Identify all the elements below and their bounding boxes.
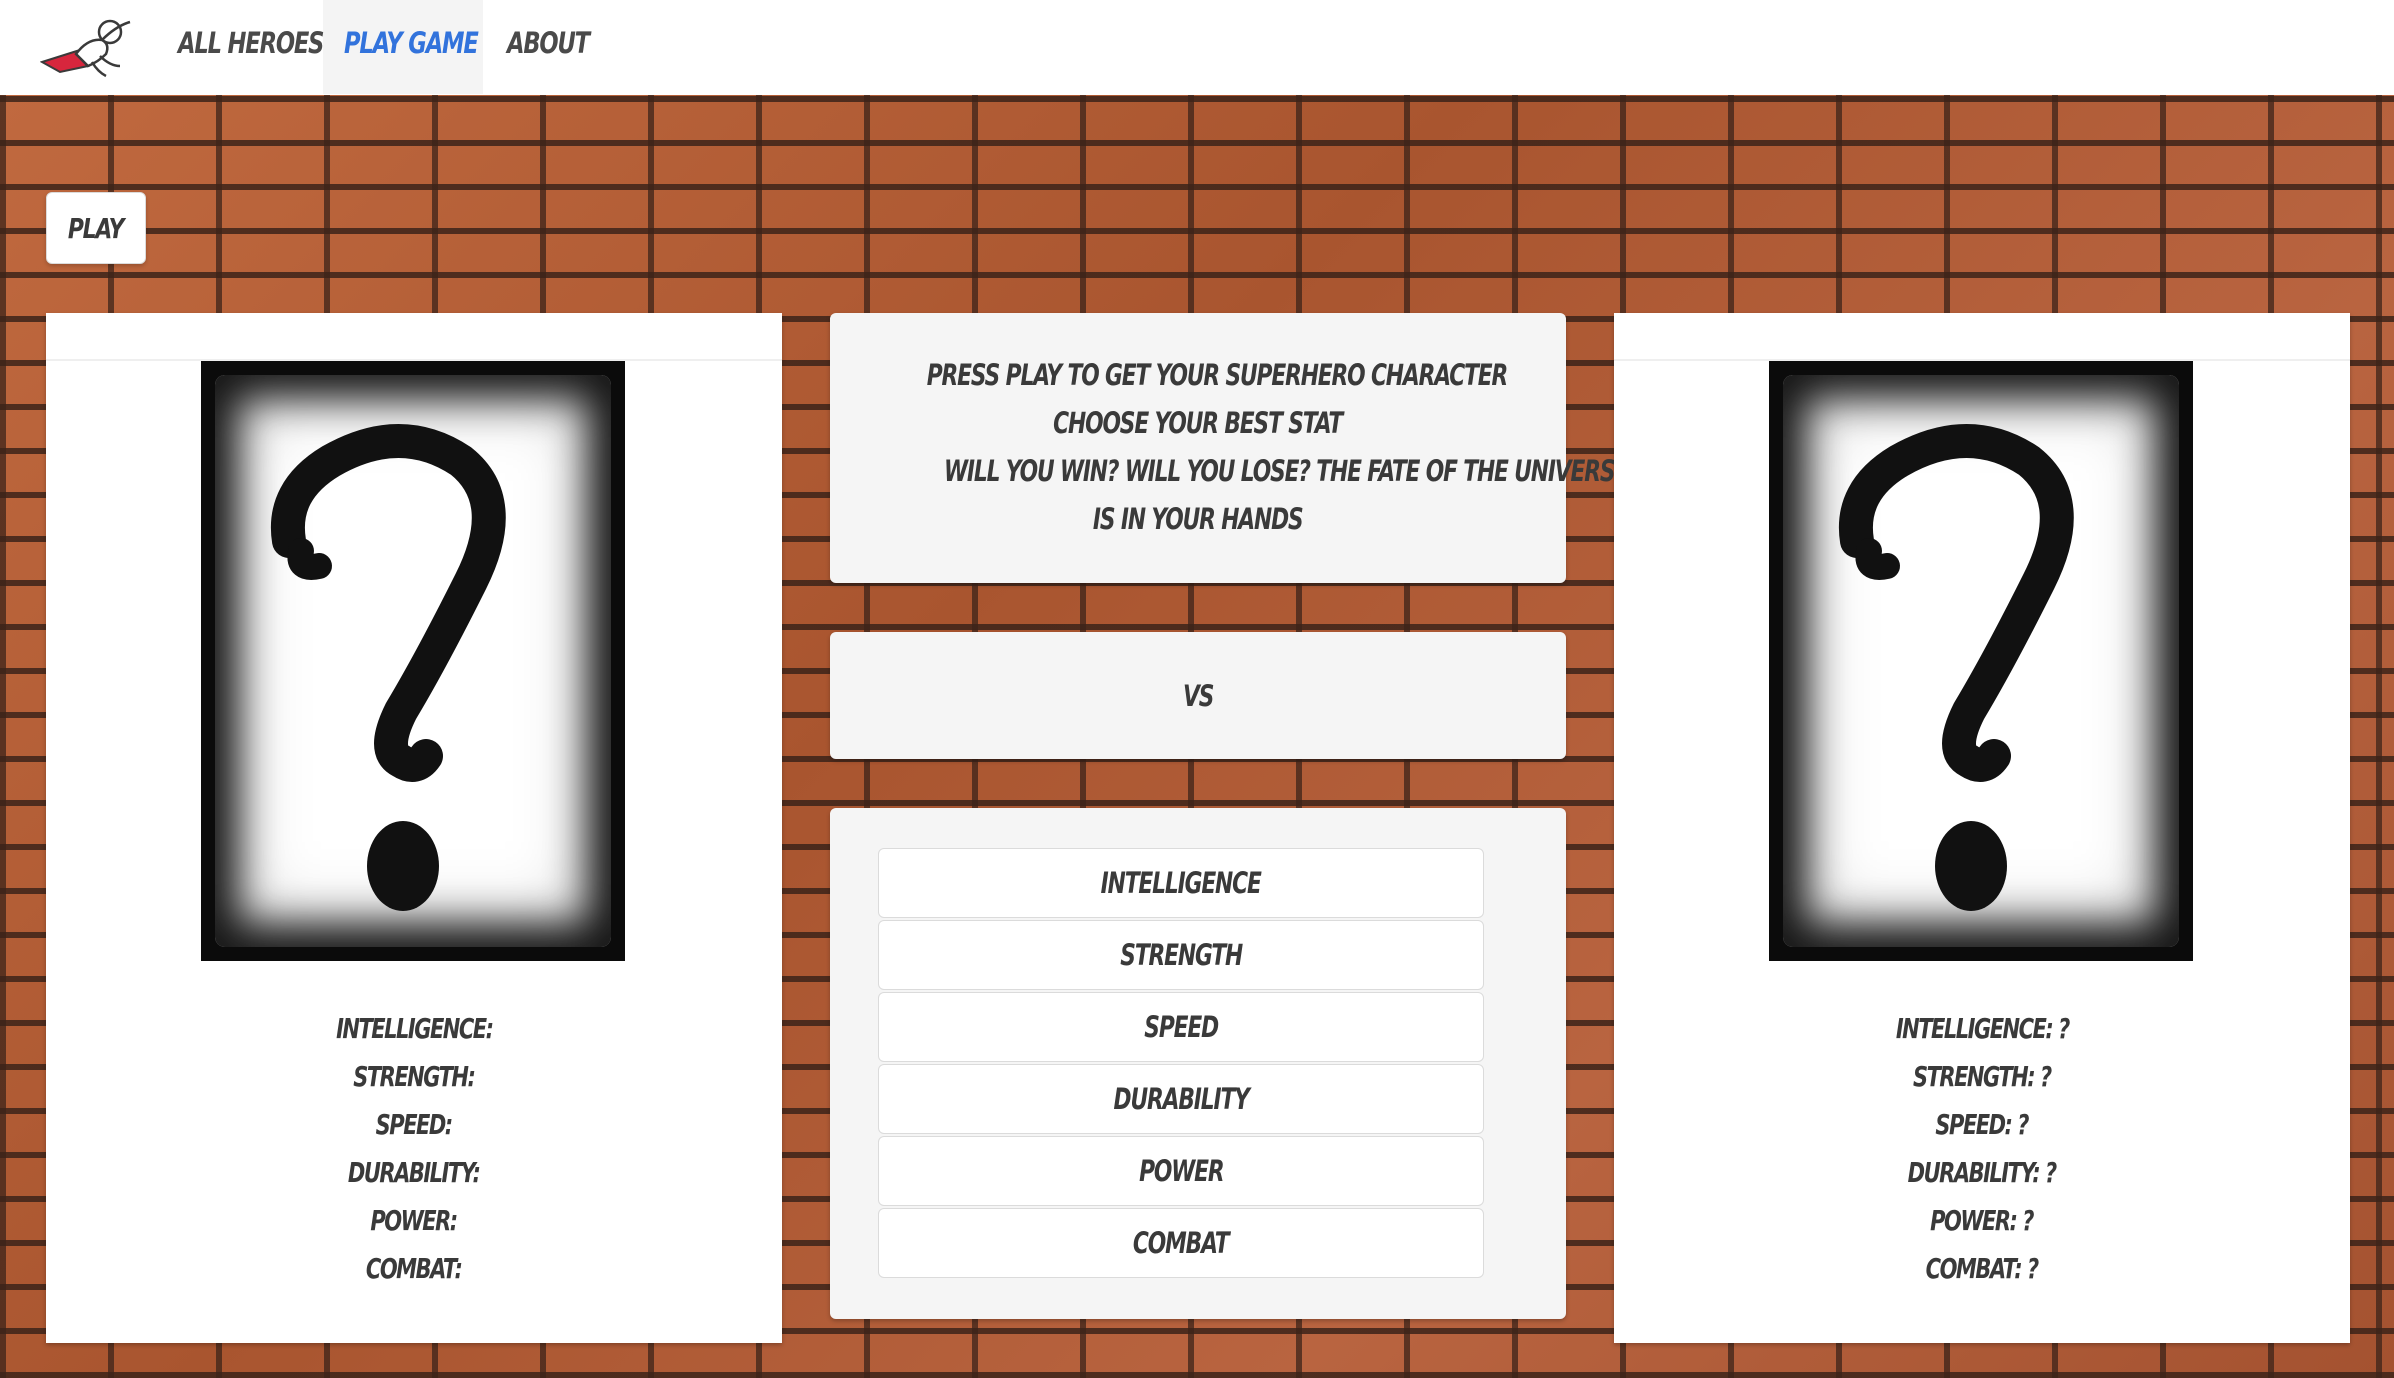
stat-button-power[interactable]: Power xyxy=(878,1136,1484,1206)
versus-panel: VS xyxy=(830,632,1566,759)
opponent-card-image xyxy=(1769,361,2193,961)
opponent-stats: Intelligence: ? Strength: ? Speed: ? Dur… xyxy=(1614,1005,2350,1293)
question-mark-icon xyxy=(1839,424,2074,911)
stat-speed: Speed: ? xyxy=(1935,1108,2030,1141)
stat-intelligence: Intelligence: xyxy=(335,1012,494,1045)
instruction-line: Press play to get your superhero charact… xyxy=(926,358,1509,392)
instruction-line: Will you win? Will you lose? The fate of… xyxy=(944,454,1629,488)
top-navbar: All Heroes Play Game About xyxy=(0,0,2394,96)
stat-combat: Combat: ? xyxy=(1926,1252,2040,1285)
stat-power: Power: xyxy=(370,1204,459,1237)
nav-all-heroes[interactable]: All Heroes xyxy=(178,0,324,87)
stat-durability: Durability: xyxy=(348,1156,481,1189)
instruction-line: is in your hands xyxy=(1093,502,1304,536)
stat-combat: Combat: xyxy=(366,1252,463,1285)
stat-button-combat[interactable]: Combat xyxy=(878,1208,1484,1278)
stat-durability: Durability: ? xyxy=(1907,1156,2058,1189)
stat-button-intelligence[interactable]: Intelligence xyxy=(878,848,1484,918)
stat-strength: Strength: ? xyxy=(1913,1060,2052,1093)
nav-play-game[interactable]: Play Game xyxy=(344,0,479,87)
play-button-label: Play xyxy=(68,211,125,245)
opponent-card: Intelligence: ? Strength: ? Speed: ? Dur… xyxy=(1614,313,2350,1343)
stat-speed: Speed: xyxy=(375,1108,454,1141)
stat-button-durability[interactable]: Durability xyxy=(878,1064,1484,1134)
player-stats: Intelligence: Strength: Speed: Durabilit… xyxy=(46,1005,782,1293)
stat-button-speed[interactable]: Speed xyxy=(878,992,1484,1062)
nav-about[interactable]: About xyxy=(507,0,590,87)
superhero-logo-icon[interactable] xyxy=(39,10,135,82)
stat-button-strength[interactable]: Strength xyxy=(878,920,1484,990)
stat-choice-panel: Intelligence Strength Speed Durability P… xyxy=(830,808,1566,1319)
stat-power: Power: ? xyxy=(1930,1204,2035,1237)
player-card: Intelligence: Strength: Speed: Durabilit… xyxy=(46,313,782,1343)
stat-intelligence: Intelligence: ? xyxy=(1895,1012,2070,1045)
versus-label: VS xyxy=(1182,678,1214,713)
instructions-panel: Press play to get your superhero charact… xyxy=(830,313,1629,583)
stat-strength: Strength: xyxy=(353,1060,476,1093)
player-card-image xyxy=(201,361,625,961)
question-mark-icon xyxy=(271,424,506,911)
instruction-line: Choose your best stat xyxy=(1053,406,1344,440)
play-button[interactable]: Play xyxy=(46,192,146,264)
